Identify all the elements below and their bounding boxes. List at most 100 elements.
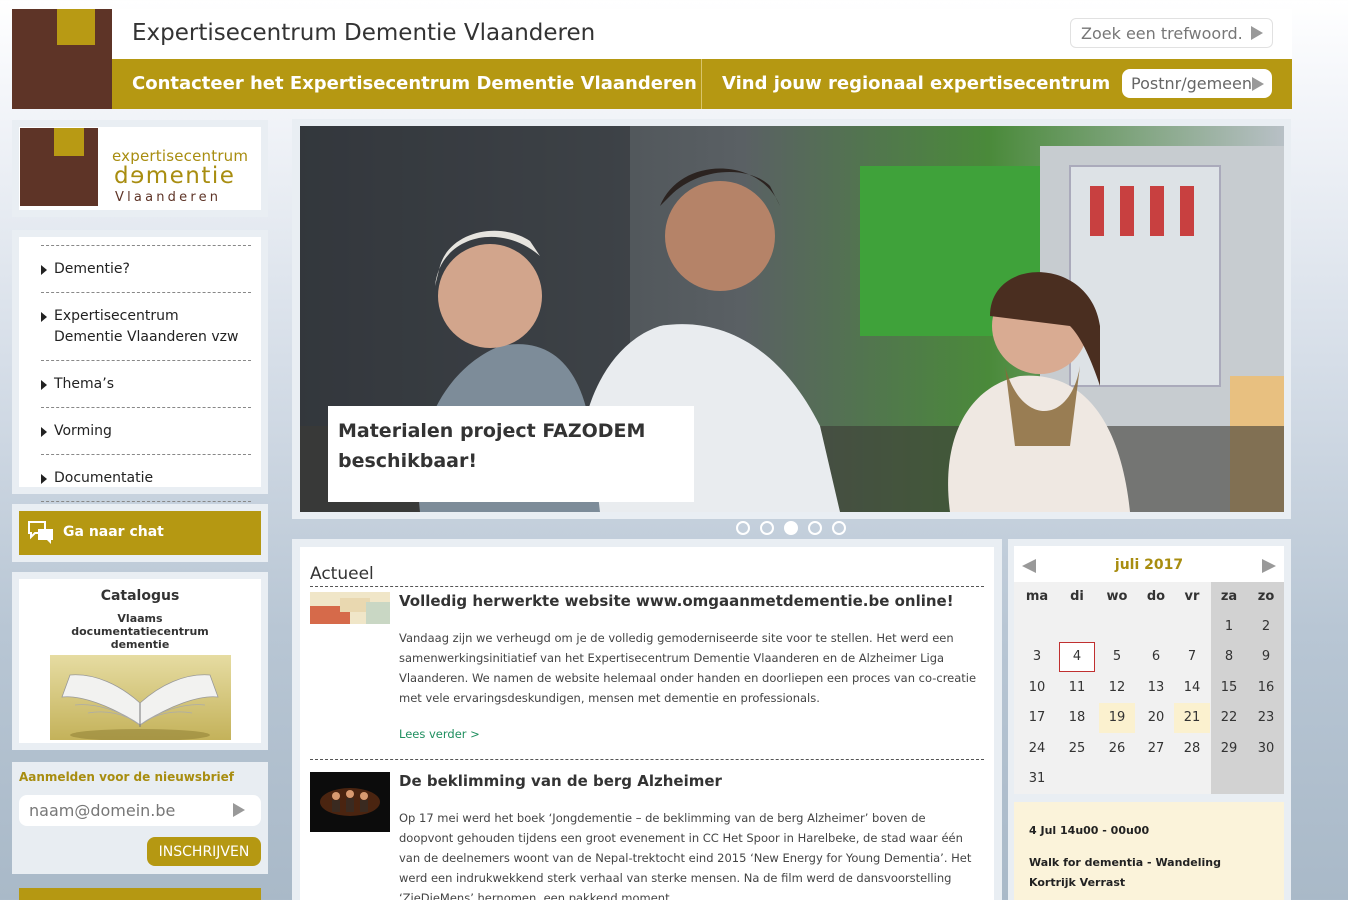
nav-item-documentatie[interactable]: Documentatie bbox=[41, 454, 251, 502]
calendar-day[interactable]: 5 bbox=[1099, 642, 1135, 672]
calendar-day[interactable]: 20 bbox=[1138, 703, 1174, 733]
event-calendar: juli 2017 ma di wo do vr za zo 1 2 3 4 5 6 7 8 9 10 11 12 1… bbox=[1008, 539, 1291, 900]
slider-dot[interactable] bbox=[808, 521, 822, 535]
catalogus-subtitle-line: dementie bbox=[110, 638, 170, 651]
nav-item-expertisecentrum[interactable]: Expertisecentrum Dementie Vlaanderen vzw bbox=[41, 292, 251, 360]
calendar-day[interactable]: 11 bbox=[1059, 673, 1095, 703]
calendar-grid: ma di wo do vr za zo 1 2 3 4 5 6 7 8 9 10 11 12 13 14 15 16 17 1… bbox=[1014, 582, 1284, 794]
header-logo-block[interactable] bbox=[12, 9, 112, 109]
chat-button[interactable]: Ga naar chat bbox=[19, 511, 261, 555]
main-navigation: Dementie? Expertisecentrum Dementie Vlaa… bbox=[12, 230, 268, 502]
article-thumbnail[interactable] bbox=[310, 592, 390, 624]
nav-item-label: Dementie? bbox=[54, 261, 130, 277]
calendar-day-today[interactable]: 4 bbox=[1059, 642, 1095, 672]
calendar-day[interactable]: 3 bbox=[1019, 642, 1055, 672]
nav-item-dementie[interactable]: Dementie? bbox=[41, 245, 251, 292]
calendar-day[interactable]: 29 bbox=[1211, 734, 1247, 764]
calendar-day[interactable]: 21 bbox=[1174, 703, 1210, 733]
catalogus-panel[interactable]: Catalogus Vlaams documentatiecentrum dem… bbox=[12, 572, 268, 750]
calendar-next-icon[interactable] bbox=[1262, 559, 1276, 573]
nav-item-label: Vorming bbox=[54, 423, 112, 439]
calendar-day[interactable]: 8 bbox=[1211, 642, 1247, 672]
nav-item-themas[interactable]: Thema’s bbox=[41, 360, 251, 407]
slide-caption-box[interactable]: Materialen project FAZODEM beschikbaar! bbox=[328, 406, 694, 502]
caret-right-icon bbox=[41, 380, 47, 390]
postcode-arrow-icon[interactable] bbox=[1252, 77, 1264, 91]
slider-dot[interactable] bbox=[760, 521, 774, 535]
calendar-day[interactable]: 23 bbox=[1248, 703, 1284, 733]
calendar-day[interactable]: 18 bbox=[1059, 703, 1095, 733]
calendar-day[interactable]: 9 bbox=[1248, 642, 1284, 672]
header-divider bbox=[701, 59, 702, 109]
calendar-day[interactable]: 6 bbox=[1138, 642, 1174, 672]
postcode-box bbox=[1122, 69, 1272, 98]
article-title[interactable]: Volledig herwerkte website www.omgaanmet… bbox=[399, 592, 954, 610]
slide-image[interactable]: Materialen project FAZODEM beschikbaar! bbox=[300, 126, 1284, 512]
logo-text-vlaanderen: Vlaanderen bbox=[115, 190, 222, 205]
calendar-day[interactable]: 12 bbox=[1099, 673, 1135, 703]
subscribe-button[interactable]: INSCHRIJVEN bbox=[147, 837, 261, 866]
news-article: De beklimming van de berg Alzheimer Op 1… bbox=[310, 772, 984, 900]
calendar-header: juli 2017 bbox=[1014, 546, 1284, 582]
slider-dot-active[interactable] bbox=[784, 521, 798, 535]
newsletter-panel: Aanmelden voor de nieuwsbrief INSCHRIJVE… bbox=[12, 762, 268, 874]
calendar-day[interactable]: 15 bbox=[1211, 673, 1247, 703]
catalogus-subtitle-line: documentatiecentrum bbox=[71, 625, 209, 638]
catalogus-title: Catalogus bbox=[100, 588, 180, 604]
calendar-day[interactable]: 28 bbox=[1174, 734, 1210, 764]
search-arrow-icon[interactable] bbox=[1251, 26, 1263, 40]
search-input[interactable] bbox=[1071, 19, 1241, 47]
calendar-day[interactable]: 14 bbox=[1174, 673, 1210, 703]
article-body: Op 17 mei werd het boek ‘Jongdementie – … bbox=[399, 811, 972, 900]
calendar-day[interactable]: 7 bbox=[1174, 642, 1210, 672]
calendar-day[interactable]: 2 bbox=[1248, 612, 1284, 642]
event-title[interactable]: Walk for dementia - Wandeling Kortrijk V… bbox=[1029, 853, 1269, 893]
calendar-day[interactable]: 10 bbox=[1019, 673, 1055, 703]
postcode-input[interactable] bbox=[1122, 69, 1252, 98]
chat-bubbles-icon bbox=[28, 521, 53, 544]
open-book-icon bbox=[61, 674, 219, 740]
newsletter-arrow-icon[interactable] bbox=[233, 803, 245, 817]
calendar-day[interactable]: 24 bbox=[1019, 734, 1055, 764]
hero-slider: Materialen project FAZODEM beschikbaar! bbox=[292, 119, 1291, 519]
calendar-weekday: wo bbox=[1106, 589, 1128, 604]
slider-dot[interactable] bbox=[736, 521, 750, 535]
news-section: Actueel Volledig herwerkte website www.o… bbox=[292, 539, 1002, 900]
calendar-day[interactable]: 16 bbox=[1248, 673, 1284, 703]
caret-right-icon bbox=[41, 265, 47, 275]
calendar-day[interactable]: 27 bbox=[1138, 734, 1174, 764]
nav-item-vorming[interactable]: Vorming bbox=[41, 407, 251, 454]
event-date: 4 Jul 14u00 - 00u00 bbox=[1029, 824, 1150, 837]
slide-caption: Materialen project FAZODEM beschikbaar! bbox=[338, 420, 646, 472]
calendar-day[interactable]: 19 bbox=[1099, 703, 1135, 733]
catalogus-subtitle: Vlaams documentatiecentrum dementie bbox=[19, 612, 261, 651]
article-thumbnail[interactable] bbox=[310, 772, 390, 832]
news-section-inner: Actueel Volledig herwerkte website www.o… bbox=[300, 547, 994, 900]
calendar-event-box: 4 Jul 14u00 - 00u00 Walk for dementia - … bbox=[1014, 802, 1284, 900]
calendar-day[interactable]: 13 bbox=[1138, 673, 1174, 703]
article-title[interactable]: De beklimming van de berg Alzheimer bbox=[399, 772, 722, 790]
slider-dot[interactable] bbox=[832, 521, 846, 535]
logo-mark-square bbox=[54, 128, 84, 156]
regional-center-link[interactable]: Vind jouw regionaal expertisecentrum bbox=[722, 73, 1110, 94]
calendar-weekday: zo bbox=[1257, 589, 1275, 604]
article-divider bbox=[310, 759, 984, 760]
next-panel-strip bbox=[19, 888, 261, 900]
site-title[interactable]: Expertisecentrum Dementie Vlaanderen bbox=[132, 20, 595, 46]
calendar-day[interactable]: 26 bbox=[1099, 734, 1135, 764]
contact-link[interactable]: Contacteer het Expertisecentrum Dementie… bbox=[132, 73, 697, 94]
calendar-day[interactable]: 1 bbox=[1211, 612, 1247, 642]
newsletter-email-input[interactable] bbox=[19, 795, 219, 826]
calendar-day[interactable]: 31 bbox=[1019, 764, 1055, 794]
calendar-day[interactable]: 22 bbox=[1211, 703, 1247, 733]
calendar-weekday: di bbox=[1070, 589, 1084, 604]
read-more-link[interactable]: Lees verder > bbox=[399, 727, 480, 741]
calendar-day[interactable]: 30 bbox=[1248, 734, 1284, 764]
calendar-day[interactable]: 17 bbox=[1019, 703, 1055, 733]
logo-panel[interactable]: expertisecentrum dɘmentie Vlaanderen bbox=[12, 120, 268, 217]
logo-mark bbox=[20, 128, 98, 206]
caret-right-icon bbox=[41, 474, 47, 484]
calendar-day[interactable]: 25 bbox=[1059, 734, 1095, 764]
nav-list: Dementie? Expertisecentrum Dementie Vlaa… bbox=[41, 245, 251, 502]
logo-text-dementie: dɘmentie bbox=[114, 163, 236, 189]
